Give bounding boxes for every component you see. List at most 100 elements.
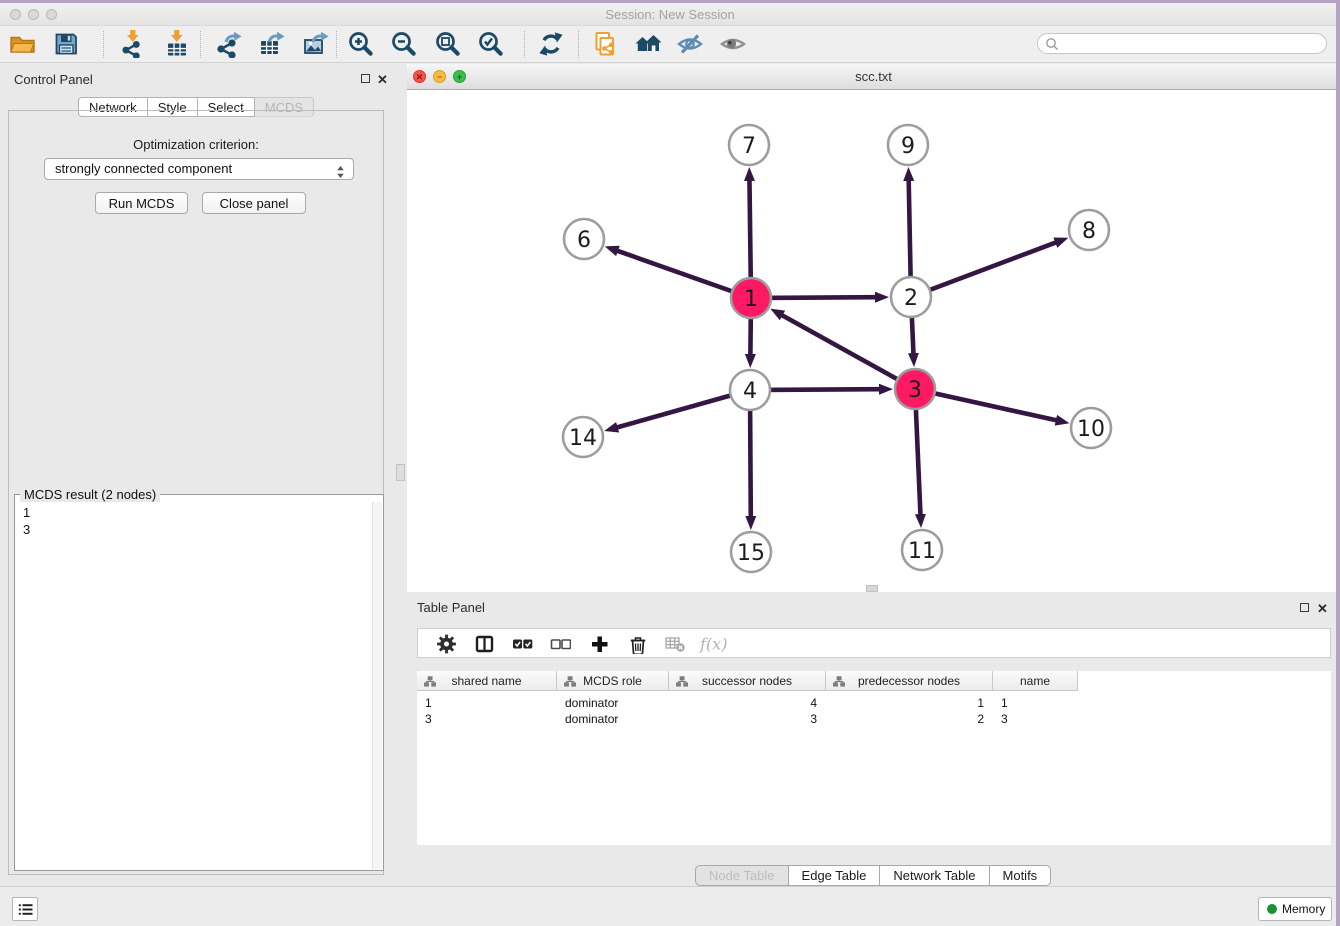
add-column-button[interactable]: [582, 629, 616, 659]
graph-node-8[interactable]: 8: [1069, 210, 1109, 250]
mcds-result-item: 1: [23, 504, 372, 521]
import-table-button[interactable]: [158, 27, 196, 61]
svg-text:10: 10: [1077, 417, 1105, 442]
graph-node-9[interactable]: 9: [888, 125, 928, 165]
task-history-button[interactable]: [12, 897, 38, 921]
svg-text:1: 1: [744, 287, 758, 312]
table-cell[interactable]: 2: [826, 711, 993, 727]
close-panel-button[interactable]: Close panel: [202, 192, 306, 214]
column-header-MCDS-role[interactable]: MCDS role: [557, 671, 669, 691]
import-network-button[interactable]: [114, 27, 152, 61]
table-cell[interactable]: 3: [417, 711, 557, 727]
hide-eye-icon: [676, 30, 704, 58]
window-right-edge: [1336, 0, 1340, 926]
import-network-icon: [119, 30, 147, 58]
graph-node-4[interactable]: 4: [730, 370, 770, 410]
criterion-select[interactable]: strongly connected component: [44, 158, 354, 180]
control-panel-close-icon[interactable]: ✕: [377, 75, 388, 85]
zoom-in-button[interactable]: [342, 27, 380, 61]
select-all-icon: [512, 634, 533, 654]
export-table-button[interactable]: [253, 27, 291, 61]
save-session-button[interactable]: [47, 27, 85, 61]
control-panel: Control Panel ✕ NetworkStyleSelectMCDS O…: [0, 63, 392, 886]
column-header-predecessor-nodes[interactable]: predecessor nodes: [826, 671, 993, 691]
sitemap-icon: [676, 676, 688, 687]
panel-splitter-handle[interactable]: [396, 464, 405, 481]
network-window-title: scc.txt: [407, 69, 1340, 84]
zoom-out-button[interactable]: [385, 27, 423, 61]
column-header-name[interactable]: name: [993, 671, 1078, 691]
memory-button[interactable]: Memory: [1258, 897, 1332, 921]
table-tab-motifs[interactable]: Motifs: [990, 865, 1052, 886]
control-panel-float-icon[interactable]: [361, 74, 370, 83]
delete-column-button[interactable]: [620, 629, 654, 659]
show-view-button[interactable]: [714, 27, 752, 61]
table-tab-node-table[interactable]: Node Table: [695, 865, 789, 886]
graph-node-3[interactable]: 3: [895, 369, 935, 409]
table-cell[interactable]: 1: [417, 695, 557, 711]
toolbar-separator: [336, 31, 337, 58]
graph-edge-3-1[interactable]: [782, 315, 915, 389]
mcds-result-legend: MCDS result (2 nodes): [20, 487, 160, 502]
graph-node-7[interactable]: 7: [729, 125, 769, 165]
delete-table-icon: [664, 634, 685, 654]
add-column-icon: [589, 634, 610, 654]
export-network-button[interactable]: [210, 27, 248, 61]
share-document-button[interactable]: [586, 27, 624, 61]
graph-node-11[interactable]: 11: [902, 530, 942, 570]
select-all-button[interactable]: [505, 629, 539, 659]
table-panel-float-icon[interactable]: [1300, 603, 1309, 612]
mcds-result-list[interactable]: 13: [16, 502, 372, 869]
table-row[interactable]: 3dominator323: [417, 711, 1331, 727]
zoom-selected-button[interactable]: [472, 27, 510, 61]
function-button[interactable]: f(x): [697, 629, 731, 659]
mcds-result-scrollbar[interactable]: [372, 502, 382, 869]
table-cell[interactable]: 1: [826, 695, 993, 711]
svg-text:7: 7: [742, 134, 756, 159]
window-titlebar: Session: New Session: [0, 0, 1340, 26]
search-box[interactable]: [1037, 33, 1327, 54]
table-cell[interactable]: dominator: [557, 695, 669, 711]
table-cell[interactable]: 4: [669, 695, 826, 711]
graph-node-14[interactable]: 14: [563, 417, 603, 457]
network-window: ✕ − + scc.txt 7 9 6 8 1 2 4 3 14 10 15 11: [407, 64, 1340, 592]
graph-node-1[interactable]: 1: [731, 278, 771, 318]
graph-node-6[interactable]: 6: [564, 219, 604, 259]
refresh-button[interactable]: [532, 27, 570, 61]
column-header-shared-name[interactable]: shared name: [417, 671, 557, 691]
export-image-button[interactable]: [297, 27, 335, 61]
memory-label: Memory: [1282, 902, 1325, 916]
table-cell[interactable]: 3: [669, 711, 826, 727]
graph-edge-1-6[interactable]: [617, 251, 751, 298]
svg-text:6: 6: [577, 228, 591, 253]
gear-button[interactable]: [429, 629, 463, 659]
column-header-successor-nodes[interactable]: successor nodes: [669, 671, 826, 691]
network-graph[interactable]: 7 9 6 8 1 2 4 3 14 10 15 11: [407, 90, 1340, 591]
deselect-all-button[interactable]: [543, 629, 577, 659]
table-tab-edge-table[interactable]: Edge Table: [789, 865, 881, 886]
table-cell[interactable]: dominator: [557, 711, 669, 727]
graph-edge-2-8[interactable]: [911, 242, 1056, 297]
zoom-fit-button[interactable]: [429, 27, 467, 61]
search-input[interactable]: [1064, 35, 1319, 52]
open-session-button[interactable]: [3, 27, 41, 61]
columns-icon: [474, 634, 495, 654]
graph-edge-3-10[interactable]: [915, 389, 1057, 420]
graph-node-15[interactable]: 15: [731, 532, 771, 572]
svg-text:11: 11: [908, 539, 936, 564]
table-cell[interactable]: 1: [993, 695, 1078, 711]
home-network-button[interactable]: [629, 27, 667, 61]
main-toolbar: [0, 26, 1340, 63]
network-resize-grip[interactable]: [866, 585, 878, 592]
columns-button[interactable]: [467, 629, 501, 659]
table-tab-network-table[interactable]: Network Table: [880, 865, 989, 886]
network-window-titlebar[interactable]: ✕ − + scc.txt: [407, 64, 1340, 90]
table-cell[interactable]: 3: [993, 711, 1078, 727]
run-mcds-button[interactable]: Run MCDS: [95, 192, 188, 214]
hide-view-button[interactable]: [671, 27, 709, 61]
table-row[interactable]: 1dominator411: [417, 695, 1331, 711]
graph-node-2[interactable]: 2: [891, 277, 931, 317]
delete-table-button[interactable]: [657, 629, 691, 659]
table-panel-close-icon[interactable]: ✕: [1317, 604, 1328, 614]
graph-node-10[interactable]: 10: [1071, 408, 1111, 448]
